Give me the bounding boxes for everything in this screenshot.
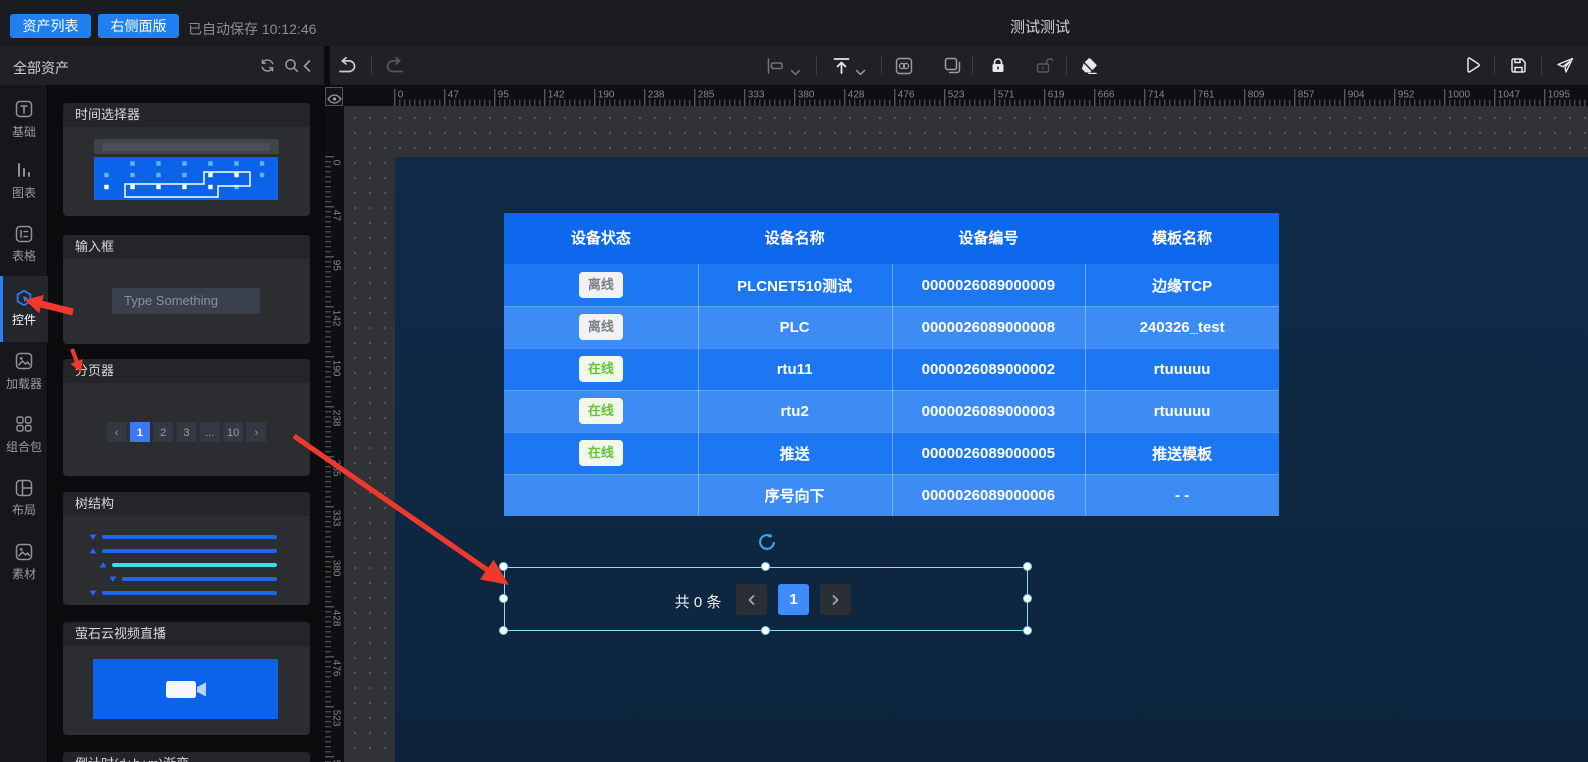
svg-text:952: 952 [1398,90,1415,101]
svg-text:10: 10 [227,427,239,439]
svg-text:0: 0 [331,160,342,166]
svg-text:2: 2 [160,427,166,439]
svg-text:›: › [255,427,259,439]
svg-text:571: 571 [998,90,1015,101]
svg-text:95: 95 [498,90,510,101]
svg-text:190: 190 [331,360,342,377]
svg-text:...: ... [205,427,214,439]
svg-text:428: 428 [331,610,342,627]
svg-text:904: 904 [1348,90,1365,101]
svg-text:95: 95 [331,260,342,272]
svg-text:476: 476 [898,90,915,101]
svg-text:47: 47 [448,90,460,101]
svg-text:380: 380 [331,560,342,577]
svg-text:476: 476 [331,660,342,677]
svg-text:1: 1 [137,427,143,439]
svg-text:285: 285 [698,90,715,101]
svg-text:380: 380 [798,90,815,101]
svg-text:523: 523 [331,710,342,727]
svg-text:666: 666 [1098,90,1115,101]
svg-text:1095: 1095 [1548,90,1571,101]
svg-text:333: 333 [748,90,765,101]
svg-text:333: 333 [331,510,342,527]
svg-text:809: 809 [1248,90,1265,101]
svg-text:142: 142 [548,90,565,101]
svg-text:238: 238 [331,410,342,427]
svg-text:1047: 1047 [1498,90,1521,101]
svg-text:3: 3 [183,427,189,439]
svg-text:0: 0 [398,90,404,101]
svg-text:714: 714 [1148,90,1165,101]
svg-text:1000: 1000 [1448,90,1471,101]
svg-text:47: 47 [331,210,342,222]
svg-text:523: 523 [948,90,965,101]
svg-text:761: 761 [1198,90,1215,101]
svg-text:428: 428 [848,90,865,101]
svg-text:285: 285 [331,460,342,477]
svg-text:142: 142 [331,310,342,327]
svg-text:857: 857 [1298,90,1315,101]
svg-text:619: 619 [1048,90,1065,101]
svg-text:‹: ‹ [115,427,119,439]
svg-text:238: 238 [648,90,665,101]
svg-text:190: 190 [598,90,615,101]
